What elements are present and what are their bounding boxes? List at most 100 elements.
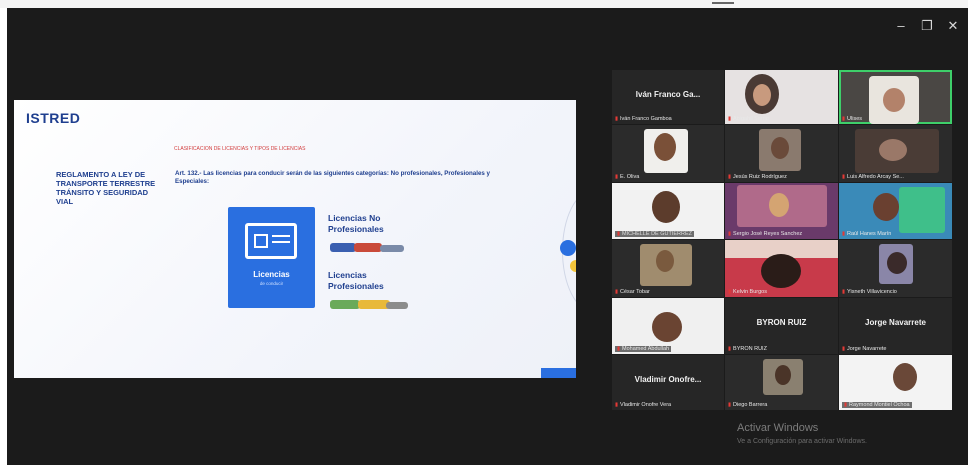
- mic-muted-icon: ▮: [728, 116, 732, 122]
- participant-display-name: Iván Franco Ga...: [635, 90, 701, 99]
- licencias-profesionales: Licencias Profesionales: [328, 270, 384, 291]
- mic-muted-icon: ▮: [728, 174, 732, 180]
- shared-screen-slide: ISTRED CLASIFICACION DE LICENCIAS Y TIPO…: [14, 100, 576, 378]
- participant-tile[interactable]: ▮ Yisneth Villavicencio: [839, 240, 952, 297]
- participant-face: [654, 133, 676, 161]
- istred-logo: ISTRED: [26, 110, 81, 126]
- car-icon-red: [354, 243, 382, 252]
- mic-muted-icon: ▮: [617, 231, 621, 237]
- windows-activation-subtitle: Ve a Configuración para activar Windows.: [737, 438, 867, 445]
- participant-name-label: ▮ Raúl Hanes Marín: [842, 231, 892, 237]
- participant-tile[interactable]: ▮ Abigahil Sarrio: [725, 70, 838, 124]
- mic-muted-icon: ▮: [842, 174, 846, 180]
- slide-subhead: CLASIFICACION DE LICENCIAS Y TIPOS DE LI…: [174, 146, 306, 152]
- participant-face: [769, 193, 789, 217]
- participant-face: [893, 363, 917, 391]
- participant-tile[interactable]: ▮ Raúl Hanes Marín: [839, 183, 952, 239]
- meeting-window: – ❐ ✕ ISTRED CLASIFICACION DE LICENCIAS …: [7, 8, 968, 465]
- participant-face: [753, 84, 771, 106]
- participant-face: [775, 365, 791, 385]
- participant-tile[interactable]: ▮ E. Oliva: [612, 125, 724, 182]
- top-border: [0, 0, 968, 8]
- participant-video: [899, 187, 945, 233]
- participant-name-label: ▮ MICHELLE DE GUTIÉRREZ: [615, 231, 695, 237]
- participant-face: [771, 137, 789, 159]
- participant-display-name: Jorge Navarrete: [865, 318, 926, 327]
- slide-article-text: Art. 132.- Las licencias para conducir s…: [175, 170, 490, 185]
- mic-muted-icon: ▮: [728, 289, 732, 295]
- licencias-no-profesionales: Licencias No Profesionales: [328, 213, 384, 234]
- participant-face: [873, 193, 899, 221]
- decor-dot-blue: [560, 240, 576, 256]
- restore-button[interactable]: ❐: [917, 16, 937, 36]
- mic-muted-icon: ▮: [615, 402, 619, 408]
- participant-tile[interactable]: ▮ Sergio José Reyes Sanchez: [725, 183, 838, 239]
- close-button[interactable]: ✕: [943, 16, 963, 36]
- card-subtitle: de conducir: [259, 281, 284, 286]
- mic-muted-icon: ▮: [844, 402, 848, 408]
- truck-icon-green: [330, 300, 360, 309]
- participant-face: [883, 88, 905, 112]
- participant-face: [656, 250, 674, 272]
- participant-display-name: BYRON RUIZ: [756, 318, 807, 327]
- mic-muted-icon: ▮: [728, 402, 732, 408]
- participant-face: [761, 254, 801, 288]
- participant-name-label: ▮ BYRON RUIZ: [728, 346, 767, 352]
- participant-tile[interactable]: ▮ Luis Alfredo Arcay Se...: [839, 125, 952, 182]
- participant-tile[interactable]: BYRON RUIZ ▮ BYRON RUIZ: [725, 298, 838, 354]
- participant-tile[interactable]: Vladimir Onofre... ▮ Vladimir Onofre Vera: [612, 355, 724, 410]
- mic-muted-icon: ▮: [842, 116, 846, 122]
- participant-name-label: ▮ Iván Franco Gamboa: [615, 116, 672, 122]
- participant-name-label: ▮ Jorge Navarrete: [842, 346, 887, 352]
- participant-tile[interactable]: ▮ Jesús Ruiz Rodríguez: [725, 125, 838, 182]
- truck-icon-grey: [386, 302, 408, 309]
- participant-tile[interactable]: ▮ MICHELLE DE GUTIÉRREZ: [612, 183, 724, 239]
- minimize-button[interactable]: –: [891, 16, 911, 36]
- participant-name-label: ▮ Ulises: [842, 116, 863, 122]
- participant-tile-active-speaker[interactable]: ▮ Ulises: [839, 70, 952, 124]
- participant-name-label: ▮ Jesús Ruiz Rodríguez: [728, 174, 787, 180]
- participant-tile[interactable]: ▮ César Tobar: [612, 240, 724, 297]
- participant-name-label: ▮ Sergio José Reyes Sanchez: [728, 231, 803, 237]
- mic-muted-icon: ▮: [728, 346, 732, 352]
- mic-muted-icon: ▮: [728, 231, 732, 237]
- car-icon-grey: [380, 245, 404, 252]
- participant-tile[interactable]: ▮ Mohamed Abdullah: [612, 298, 724, 354]
- licencias-card: Licencias de conducir: [228, 207, 315, 308]
- mic-muted-icon: ▮: [842, 346, 846, 352]
- participant-face: [652, 191, 680, 223]
- decor-corner: [541, 368, 576, 378]
- participant-name-label: ▮ E. Oliva: [615, 174, 640, 180]
- participant-tile[interactable]: Jorge Navarrete ▮ Jorge Navarrete: [839, 298, 952, 354]
- participant-name-label: ▮ Kelvin Burgos: [728, 289, 767, 295]
- card-title: Licencias: [253, 270, 290, 279]
- participant-name-label: ▮ Mohamed Abdullah: [615, 346, 672, 352]
- mic-muted-icon: ▮: [842, 289, 846, 295]
- windows-activation-title: Activar Windows: [737, 422, 819, 434]
- participant-name-label: ▮ César Tobar: [615, 289, 650, 295]
- participant-name-label: ▮ Vladimir Onofre Vera: [615, 402, 672, 408]
- participant-name-label: ▮ Raymond Montiel Ochoa: [842, 402, 912, 408]
- participant-face: [879, 139, 907, 161]
- participant-name-label: ▮ Yisneth Villavicencio: [842, 289, 897, 295]
- mic-muted-icon: ▮: [615, 174, 619, 180]
- mic-muted-icon: ▮: [615, 116, 619, 122]
- mic-muted-icon: ▮: [842, 231, 846, 237]
- mic-muted-icon: ▮: [615, 289, 619, 295]
- participant-face: [887, 252, 907, 274]
- id-card-icon: [245, 223, 297, 259]
- drag-handle[interactable]: [712, 2, 734, 4]
- participant-face: [652, 312, 682, 342]
- participant-name-label: ▮ Luis Alfredo Arcay Se...: [842, 174, 904, 180]
- participant-tile[interactable]: ▮ Kelvin Burgos: [725, 240, 838, 297]
- participant-name-label: ▮ Diego Barrera: [728, 402, 768, 408]
- participant-name-label: ▮ Abigahil Sarrio: [728, 116, 769, 122]
- car-icon-blue: [330, 243, 356, 252]
- participant-tile[interactable]: Iván Franco Ga... ▮ Iván Franco Gamboa: [612, 70, 724, 124]
- slide-left-title: REGLAMENTO A LEY DE TRANSPORTE TERRESTRE…: [56, 170, 156, 206]
- decor-dot-yellow: [570, 260, 576, 272]
- participant-tile[interactable]: ▮ Raymond Montiel Ochoa: [839, 355, 952, 410]
- participant-display-name: Vladimir Onofre...: [634, 375, 702, 384]
- participant-tile[interactable]: ▮ Diego Barrera: [725, 355, 838, 410]
- mic-muted-icon: ▮: [617, 346, 621, 352]
